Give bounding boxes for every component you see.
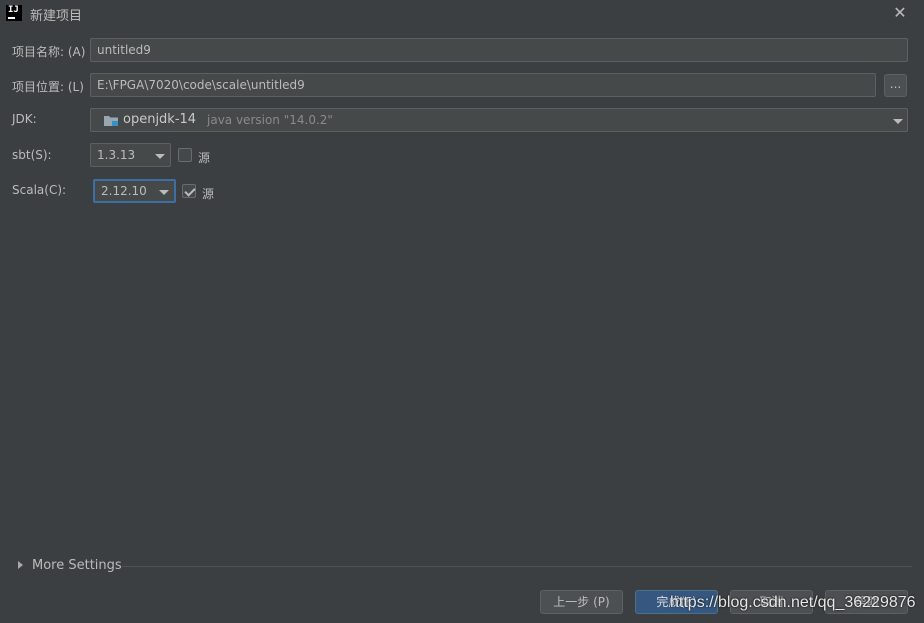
title-bar: IJ 新建项目 ✕ (0, 0, 924, 27)
jdk-label: JDK: (12, 112, 37, 126)
chevron-down-icon (155, 154, 165, 159)
sbt-sources-label: 源 (198, 151, 211, 165)
project-name-input[interactable] (97, 39, 907, 61)
sbt-version-value: 1.3.13 (97, 148, 136, 162)
project-name-field[interactable] (90, 38, 908, 62)
sbt-version-dropdown[interactable]: 1.3.13 (90, 143, 171, 167)
project-name-label: 项目名称: (A) (12, 45, 86, 59)
sbt-sources-checkbox[interactable] (178, 148, 192, 162)
scala-version-value: 2.12.10 (101, 184, 147, 198)
chevron-down-icon (159, 190, 169, 195)
chevron-right-icon (18, 561, 23, 569)
scala-label: Scala(C): (12, 183, 67, 197)
project-location-label: 项目位置: (L) (12, 80, 84, 94)
window-title: 新建项目 (30, 9, 83, 24)
watermark-text: https://blog.csdn.net/qq_36229876 (670, 594, 916, 611)
browse-button[interactable]: ... (884, 74, 907, 97)
intellij-app-icon: IJ (6, 5, 22, 21)
jdk-dropdown[interactable]: openjdk-14 java version "14.0.2" (90, 108, 908, 132)
sbt-label: sbt(S): (12, 148, 52, 162)
previous-button[interactable]: 上一步 (P) (540, 590, 623, 614)
close-icon[interactable]: ✕ (890, 3, 910, 23)
divider (122, 566, 912, 567)
project-location-field[interactable] (90, 73, 876, 97)
folder-icon (104, 116, 118, 126)
project-location-input[interactable] (97, 74, 875, 96)
app-icon-text: IJ (8, 5, 19, 15)
scala-sources-checkbox[interactable] (182, 184, 196, 198)
scala-version-dropdown[interactable]: 2.12.10 (93, 179, 176, 203)
jdk-version: java version "14.0.2" (207, 113, 333, 127)
scala-sources-label: 源 (202, 187, 215, 201)
jdk-name: openjdk-14 (123, 112, 197, 127)
chevron-down-icon (893, 119, 903, 124)
more-settings-label: More Settings (32, 558, 122, 573)
